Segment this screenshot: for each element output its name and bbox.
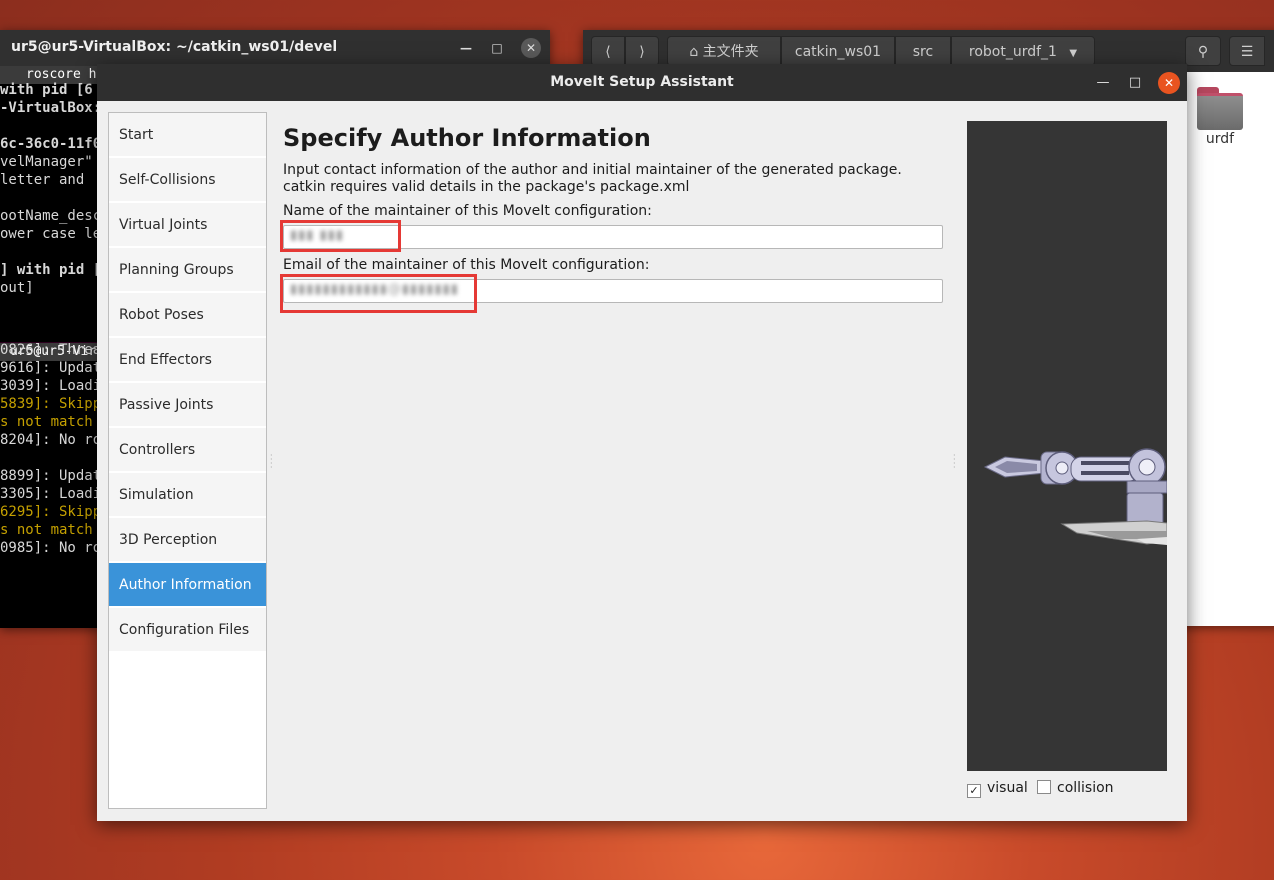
breadcrumb-label: 主文件夹 [702,44,759,60]
terminal-tab-label: roscore ht [26,67,105,82]
nav-item-simulation[interactable]: Simulation [109,473,266,517]
terminal-output-line: velManager" [0,154,93,170]
check-icon: ✓ [967,784,981,798]
terminal-titlebar[interactable]: ur5@ur5-VirtualBox: ~/catkin_ws01/devel … [0,30,550,66]
nav-item-configuration-files[interactable]: Configuration Files [109,608,266,652]
terminal-output-line: s not match [0,414,93,430]
terminal-output-line: letter and [0,172,85,188]
close-icon[interactable]: ✕ [521,38,541,58]
terminal-output-line: 8899]: Updat [0,468,102,484]
visual-label: visual [987,780,1028,796]
robot-model-render [983,448,1167,545]
nav-item-3d-perception[interactable]: 3D Perception [109,518,266,562]
breadcrumb-home[interactable]: ⌂ 主文件夹 [667,36,781,66]
splitter-handle-left[interactable]: · · · · [270,452,273,472]
close-icon[interactable]: ✕ [1158,72,1180,94]
forward-icon[interactable]: ⟩ [625,36,659,66]
robot-3d-viewer[interactable] [967,121,1167,771]
minimize-icon[interactable]: — [1092,72,1114,94]
home-icon: ⌂ [689,44,699,60]
nav-item-robot-poses[interactable]: Robot Poses [109,293,266,337]
terminal-output-line: ower case le [0,226,102,242]
page-title: Specify Author Information [283,124,651,152]
nav-item-virtual-joints[interactable]: Virtual Joints [109,203,266,247]
nav-item-end-effectors[interactable]: End Effectors [109,338,266,382]
back-icon[interactable]: ⟨ [591,36,625,66]
highlight-box-email [280,274,477,313]
terminal-output-line: 0985]: No ro [0,540,102,556]
breadcrumb-catkin[interactable]: catkin_ws01 [781,36,895,66]
setup-nav-sidebar: Start Self-Collisions Virtual Joints Planni… [108,112,267,809]
terminal-title: ur5@ur5-VirtualBox: ~/catkin_ws01/devel [11,39,338,55]
dialog-title: MoveIt Setup Assistant [550,74,734,90]
nav-item-controllers[interactable]: Controllers [109,428,266,472]
terminal-output-line: s not match [0,522,93,538]
terminal-output-line: 8204]: No ro [0,432,102,448]
folder-icon [1197,85,1243,130]
terminal-output-line: ] with pid [ [0,262,102,278]
highlight-box-name [280,220,401,252]
nav-item-passive-joints[interactable]: Passive Joints [109,383,266,427]
folder-urdf[interactable]: urdf [1195,85,1245,147]
terminal-output-line: ootName_desc [0,208,102,224]
terminal-output-line: 6295]: Skipp [0,504,102,520]
terminal-output-line: 6c-36c0-11f0 [0,136,102,152]
nav-item-start[interactable]: Start [109,113,266,157]
breadcrumb-label: robot_urdf_1 [968,44,1057,60]
terminal-output-line: with pid [6 [0,82,93,98]
search-icon[interactable]: ⚲ [1185,36,1221,66]
terminal-output-line: 9616]: Updat [0,360,102,376]
terminal-output-line: 0826]: Threa [0,342,102,358]
nav-item-planning-groups[interactable]: Planning Groups [109,248,266,292]
collision-label: collision [1057,780,1114,796]
name-label: Name of the maintainer of this MoveIt co… [283,203,652,219]
minimize-icon[interactable]: — [456,38,476,58]
splitter-handle-right[interactable]: · · · · [953,452,956,472]
terminal-output-line: out] [0,280,34,296]
terminal-output-line: 5839]: Skipp [0,396,102,412]
email-label: Email of the maintainer of this MoveIt c… [283,257,650,273]
breadcrumb-robot-urdf[interactable]: robot_urdf_1 ▼ [951,36,1095,66]
terminal-output-line: 3039]: Loadi [0,378,102,394]
breadcrumb-src[interactable]: src [895,36,951,66]
chevron-down-icon: ▼ [1069,48,1078,59]
dialog-titlebar[interactable]: MoveIt Setup Assistant — □ ✕ [97,64,1187,101]
page-description: Input contact information of the author … [283,162,902,195]
nav-item-author-information[interactable]: Author Information [109,563,266,607]
visual-checkbox[interactable]: ✓ visual [967,780,1028,798]
breadcrumb-label: src [912,44,934,60]
breadcrumb-label: catkin_ws01 [794,44,882,60]
terminal-output-line: -VirtualBox: [0,100,102,116]
checkbox-icon [1037,780,1051,794]
terminal-output-line: 3305]: Loadi [0,486,102,502]
moveit-setup-dialog: MoveIt Setup Assistant — □ ✕ Start Self-C… [97,64,1187,821]
nav-item-self-collisions[interactable]: Self-Collisions [109,158,266,202]
list-view-icon[interactable]: ☰ [1229,36,1265,66]
maximize-icon[interactable]: □ [1124,72,1146,94]
folder-label: urdf [1205,131,1235,147]
collision-checkbox[interactable]: collision [1037,780,1114,796]
maximize-icon[interactable]: □ [487,38,507,58]
